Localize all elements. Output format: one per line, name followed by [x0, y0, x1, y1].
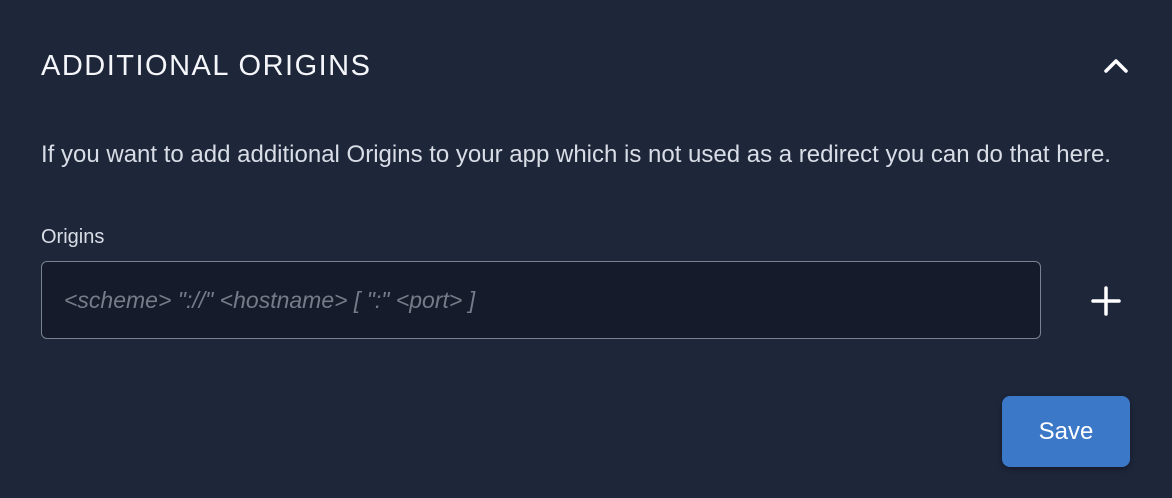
add-origin-button[interactable] — [1083, 278, 1129, 324]
section-header[interactable]: ADDITIONAL ORIGINS — [41, 44, 1132, 88]
origins-label: Origins — [41, 226, 105, 248]
collapse-button[interactable] — [1094, 44, 1138, 88]
chevron-up-icon — [1104, 59, 1128, 73]
additional-origins-panel: ADDITIONAL ORIGINS If you want to add ad… — [0, 0, 1172, 498]
origin-input[interactable] — [41, 261, 1041, 339]
save-button[interactable]: Save — [1002, 396, 1130, 467]
plus-icon — [1091, 286, 1121, 316]
section-description: If you want to add additional Origins to… — [41, 141, 1111, 168]
section-title: ADDITIONAL ORIGINS — [41, 49, 372, 82]
